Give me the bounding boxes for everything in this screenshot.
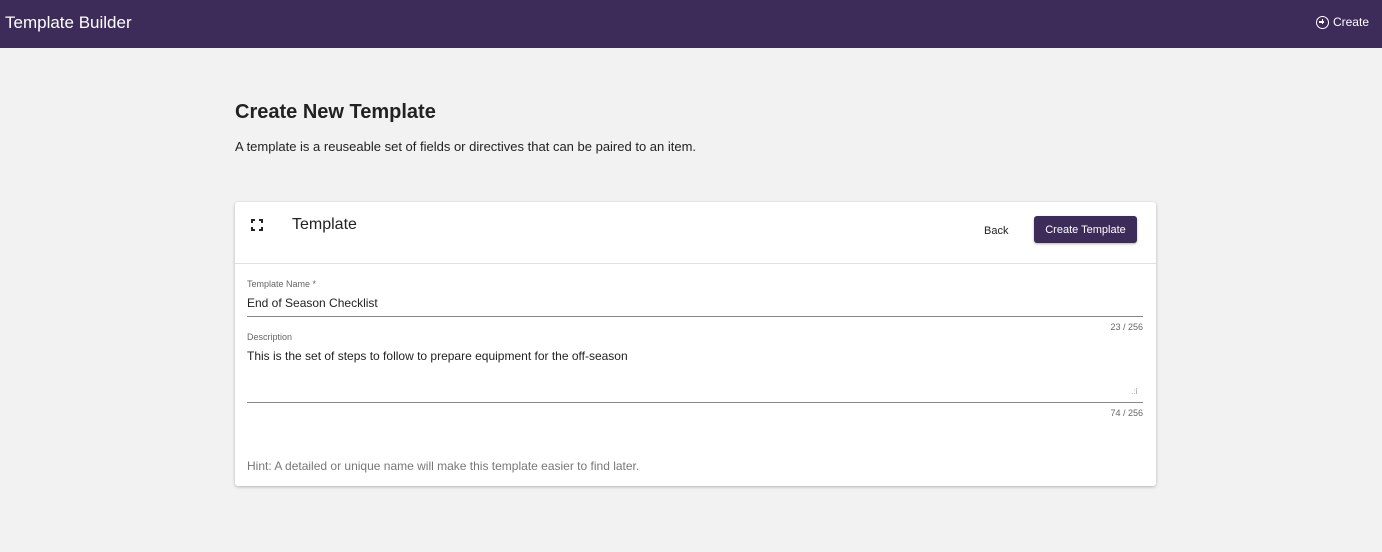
top-app-bar: Template Builder Create xyxy=(0,0,1382,48)
template-name-label: Template Name * xyxy=(247,279,317,289)
fullscreen-icon[interactable] xyxy=(251,219,263,231)
template-name-underline xyxy=(247,316,1143,317)
app-title: Template Builder xyxy=(5,13,132,32)
description-textarea[interactable]: This is the set of steps to follow to pr… xyxy=(247,349,628,363)
create-button-label: Create xyxy=(1332,15,1369,29)
back-button[interactable]: Back xyxy=(976,219,1016,243)
template-name-counter: 23 / 256 xyxy=(1110,322,1143,332)
create-button[interactable]: Create xyxy=(1315,15,1369,29)
textarea-resize-handle[interactable]: .:ⅰ xyxy=(1131,388,1138,396)
description-underline xyxy=(247,402,1143,403)
template-card: Template Back Create Template Template N… xyxy=(235,202,1156,486)
template-name-input[interactable]: End of Season Checklist xyxy=(247,296,378,310)
page-description: A template is a reuseable set of fields … xyxy=(235,139,697,154)
card-title: Template xyxy=(292,216,357,233)
description-label: Description xyxy=(247,332,293,342)
card-header: Template Back Create Template xyxy=(235,202,1156,264)
description-counter: 74 / 256 xyxy=(1110,408,1143,418)
hint-text: Hint: A detailed or unique name will mak… xyxy=(247,459,640,473)
create-template-button[interactable]: Create Template xyxy=(1034,216,1137,243)
add-circle-icon xyxy=(1315,15,1329,29)
page-title: Create New Template xyxy=(235,101,436,123)
